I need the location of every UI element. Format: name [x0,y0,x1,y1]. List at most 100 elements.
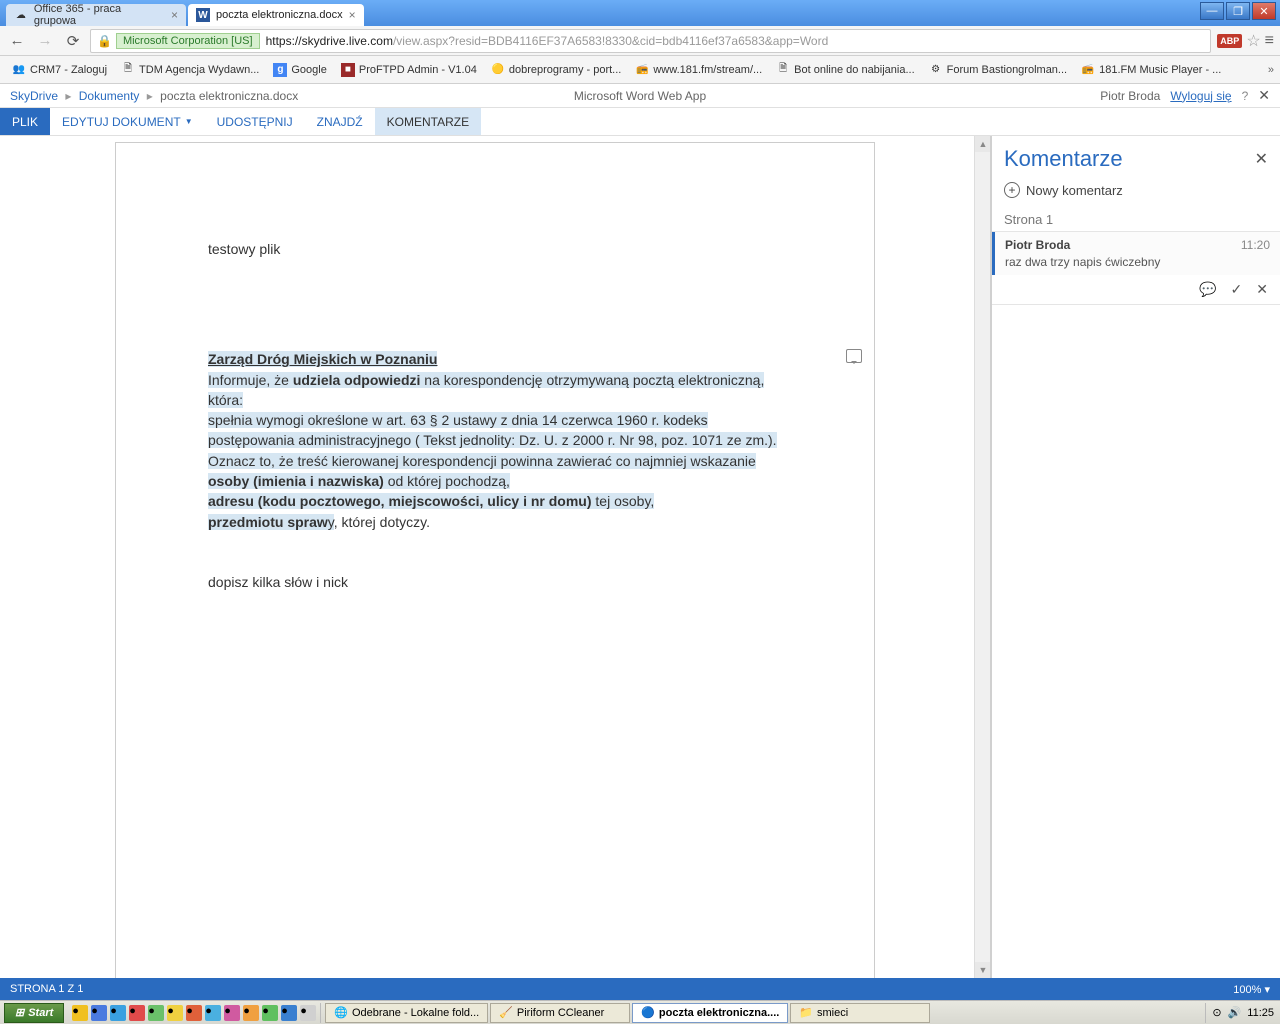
bookmark-item[interactable]: 🗎TDM Agencja Wydawn... [115,60,265,80]
maximize-button[interactable]: ❐ [1226,2,1250,20]
ql-icon[interactable]: ● [129,1005,145,1021]
ribbon-tab-find[interactable]: ZNAJDŹ [305,108,375,135]
close-icon[interactable]: × [349,8,356,22]
ribbon-tab-share[interactable]: UDOSTĘPNIJ [205,108,305,135]
scroll-up-icon[interactable]: ▲ [975,136,990,152]
status-zoom[interactable]: 100% ▾ [1233,983,1270,996]
menu-icon[interactable]: ≡ [1265,32,1274,50]
windows-icon: ⊞ [15,1006,24,1019]
text-line: dopisz kilka słów i nick [208,572,782,592]
ql-icon[interactable]: ● [167,1005,183,1021]
ql-icon[interactable]: ● [91,1005,107,1021]
bookmark-item[interactable]: 🟡dobreprogramy - port... [485,60,628,80]
app-header: SkyDrive ▸ Dokumenty ▸ poczta elektronic… [0,84,1280,108]
ql-icon[interactable]: ● [186,1005,202,1021]
comment-body: raz dwa trzy napis ćwiczebny [1005,255,1270,269]
browser-tab-strip: ☁ Office 365 - praca grupowa × W poczta … [0,0,1280,26]
page-icon: 🗎 [776,63,790,77]
ql-icon[interactable]: ● [300,1005,316,1021]
bookmark-item[interactable]: 📻181.FM Music Player - ... [1075,60,1227,80]
reply-icon[interactable]: 💬 [1199,281,1216,298]
chevron-down-icon: ▼ [185,117,193,126]
resolve-icon[interactable]: ✓ [1231,281,1243,298]
google-icon: g [273,63,287,77]
reload-button[interactable]: ⟳ [62,30,84,52]
ql-icon[interactable]: ● [262,1005,278,1021]
ql-icon[interactable]: ● [243,1005,259,1021]
tab-title: Office 365 - praca grupowa [34,3,165,27]
forward-button[interactable]: → [34,30,56,52]
close-icon[interactable]: ✕ [1255,149,1268,169]
clock[interactable]: 11:25 [1247,1007,1274,1019]
taskbar-item[interactable]: 🧹Piriform CCleaner [490,1003,630,1023]
ql-icon[interactable]: ● [281,1005,297,1021]
star-icon[interactable]: ☆ [1246,31,1260,51]
text-line: Informuje, że [208,372,293,388]
bookmark-icon: 📻 [1081,63,1095,77]
scroll-down-icon[interactable]: ▼ [975,962,990,978]
ql-icon[interactable]: ● [72,1005,88,1021]
new-comment-button[interactable]: + Nowy komentarz [992,180,1280,208]
browser-tab-active[interactable]: W poczta elektroniczna.docx × [188,4,364,26]
ql-icon[interactable]: ● [224,1005,240,1021]
comment-time: 11:20 [1241,238,1270,252]
delete-icon[interactable]: ✕ [1256,281,1268,298]
ribbon-tab-edit[interactable]: EDYTUJ DOKUMENT▼ [50,108,205,135]
comment-item[interactable]: Piotr Broda 11:20 raz dwa trzy napis ćwi… [992,232,1280,275]
browser-tab-inactive[interactable]: ☁ Office 365 - praca grupowa × [6,4,186,26]
abp-icon[interactable]: ABP [1217,34,1242,48]
ribbon-tab-comments[interactable]: KOMENTARZE [375,108,481,135]
close-icon[interactable]: × [171,8,178,22]
folder-icon: 📁 [799,1006,813,1019]
taskbar-item-active[interactable]: 🔵poczta elektroniczna.... [632,1003,788,1023]
text-bold: udziela odpowiedzi [293,372,421,388]
close-icon[interactable]: ✕ [1258,87,1270,104]
comment-marker-icon[interactable] [846,349,862,363]
ql-icon[interactable]: ● [110,1005,126,1021]
logout-link[interactable]: Wyloguj się [1170,89,1231,103]
comments-panel: Komentarze ✕ + Nowy komentarz Strona 1 P… [990,136,1280,978]
bookmark-item[interactable]: 🗎Bot online do nabijania... [770,60,920,80]
text-bold: przedmiotu spraw [208,514,328,530]
tray-icon[interactable]: 🔊 [1228,1006,1242,1019]
comments-title: Komentarze [1004,146,1123,172]
app-icon: 🧹 [499,1006,513,1019]
bookmarks-overflow[interactable]: » [1268,64,1274,76]
bookmark-icon: 👥 [12,63,26,77]
taskbar: ⊞ Start ● ● ● ● ● ● ● ● ● ● ● ● ● 🌐Odebr… [0,1000,1280,1024]
text-line: , której dotyczy. [334,514,430,530]
bookmark-icon: ⚙ [929,63,943,77]
url-domain: https://skydrive.live.com [266,34,393,48]
bookmark-item[interactable]: ■ProFTPD Admin - V1.04 [335,60,483,80]
bookmark-icon: 🟡 [491,63,505,77]
ribbon-tab-file[interactable]: PLIK [0,108,50,135]
plus-icon: + [1004,182,1020,198]
bookmark-item[interactable]: 👥CRM7 - Zaloguj [6,60,113,80]
ql-icon[interactable]: ● [205,1005,221,1021]
url-bar[interactable]: 🔒 Microsoft Corporation [US] https://sky… [90,29,1211,53]
ql-icon[interactable]: ● [148,1005,164,1021]
breadcrumb-folder[interactable]: Dokumenty [79,89,140,103]
taskbar-item[interactable]: 📁smieci [790,1003,930,1023]
text-title: Zarząd Dróg Miejskich w Poznaniu [208,351,437,367]
breadcrumb-root[interactable]: SkyDrive [10,89,58,103]
tray-icon[interactable]: ⊙ [1212,1006,1221,1019]
word-icon: W [196,8,210,22]
document-scroll-area[interactable]: testowy plik Zarząd Dróg Miejskich w Poz… [0,136,990,978]
minimize-button[interactable]: — [1200,2,1224,20]
window-controls: — ❐ ✕ [1200,2,1276,20]
ssl-badge: Microsoft Corporation [US] [116,33,260,49]
scrollbar[interactable]: ▲ ▼ [974,136,990,978]
bookmark-item[interactable]: 📻www.181.fm/stream/... [629,60,768,80]
app-title: Microsoft Word Web App [574,89,706,103]
back-button[interactable]: ← [6,30,28,52]
document-page[interactable]: testowy plik Zarząd Dróg Miejskich w Poz… [115,142,875,978]
close-button[interactable]: ✕ [1252,2,1276,20]
start-button[interactable]: ⊞ Start [4,1003,64,1023]
taskbar-item[interactable]: 🌐Odebrane - Lokalne fold... [325,1003,488,1023]
bookmarks-bar: 👥CRM7 - Zaloguj 🗎TDM Agencja Wydawn... g… [0,56,1280,84]
bookmark-item[interactable]: gGoogle [267,60,332,80]
help-icon[interactable]: ? [1242,89,1249,103]
bookmark-item[interactable]: ⚙Forum Bastiongrolman... [923,60,1073,80]
status-page[interactable]: STRONA 1 Z 1 [10,983,83,995]
